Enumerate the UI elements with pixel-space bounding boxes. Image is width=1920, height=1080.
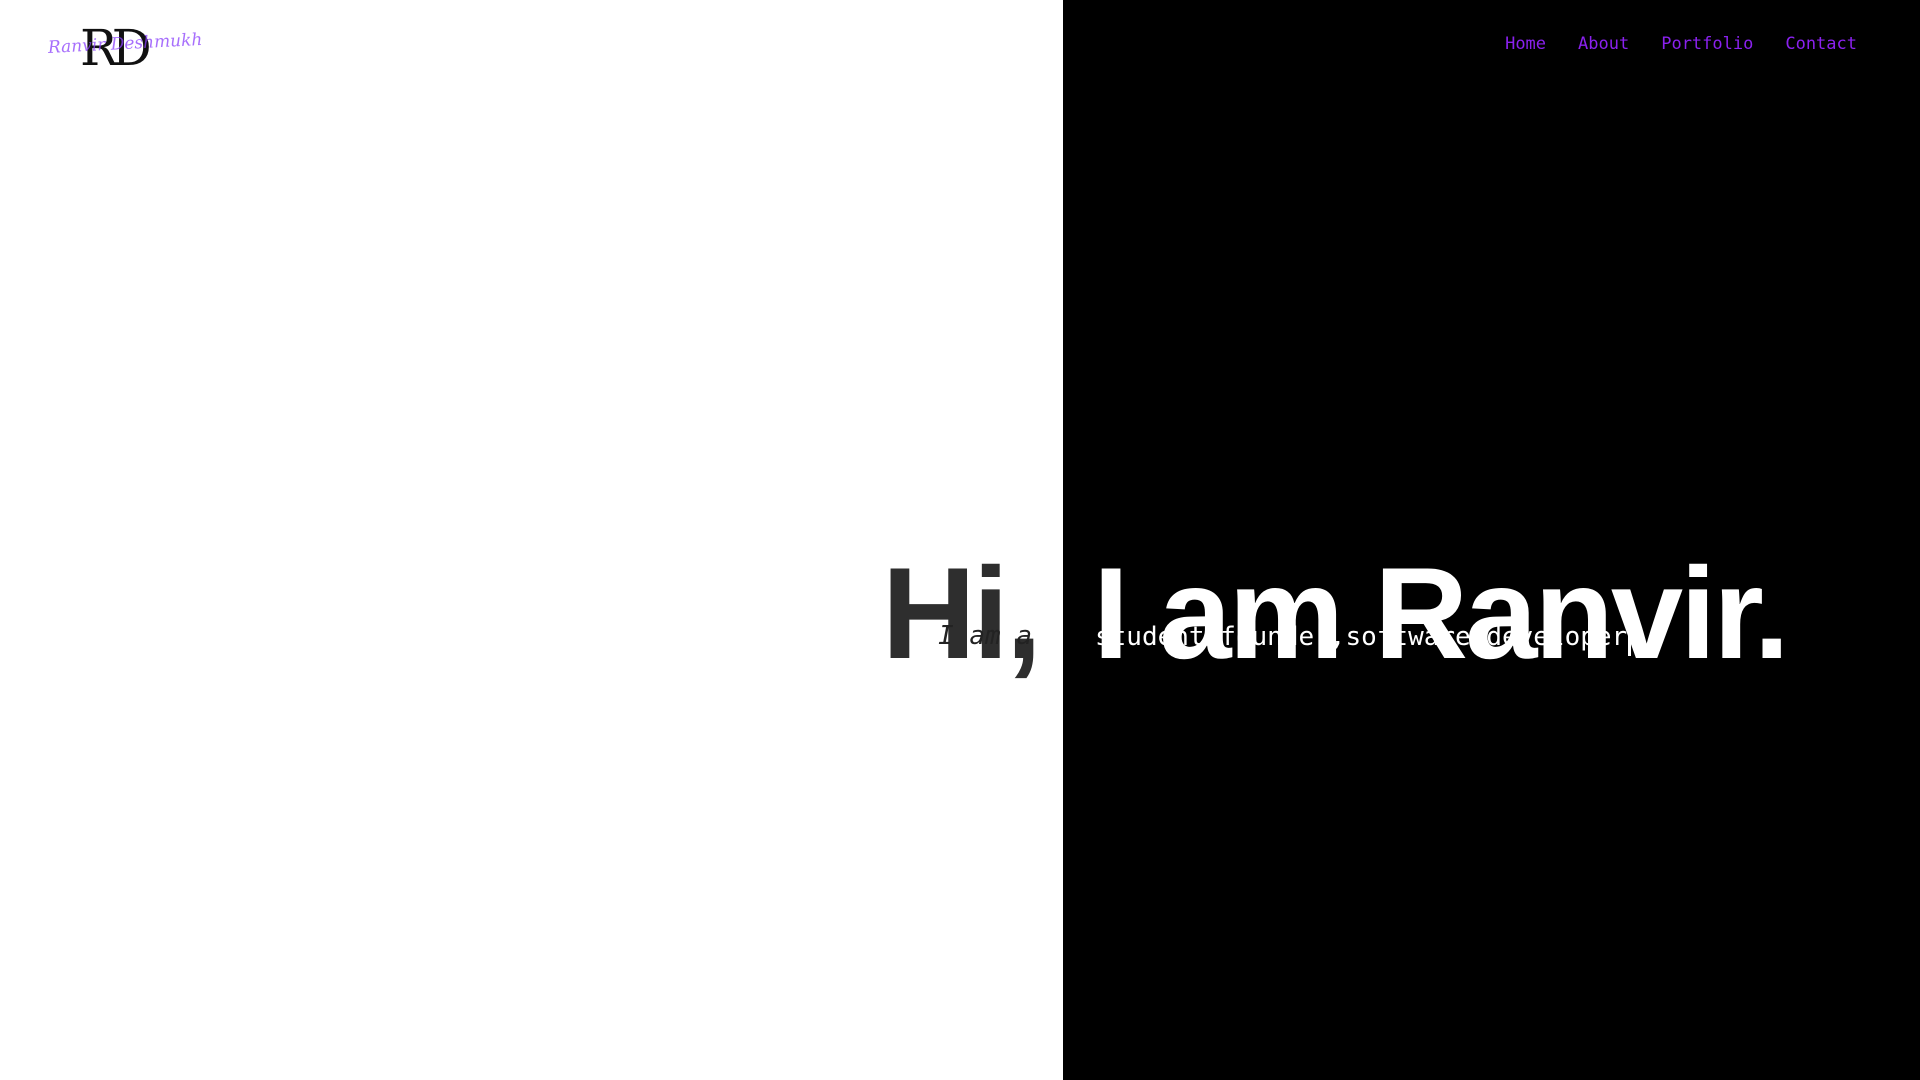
typed-roles-text: student,founder,software developer (1095, 622, 1628, 652)
nav-contact-link[interactable]: Contact (1785, 30, 1857, 58)
logo-signature: Ranvir Deshmukh (47, 29, 203, 58)
typing-caret (1628, 618, 1632, 656)
role-prefix: I am a (938, 621, 1032, 651)
nav-home-link[interactable]: Home (1505, 30, 1546, 58)
nav-portfolio-link[interactable]: Portfolio (1661, 30, 1753, 58)
landing-page: RD Ranvir Deshmukh Home About Portfolio … (0, 0, 1920, 1080)
hero-headline: I am Ranvir. (1093, 540, 1790, 687)
site-logo[interactable]: RD Ranvir Deshmukh (46, 16, 203, 77)
typed-roles: student,founder,software developer (1095, 618, 1632, 656)
nav-about-link[interactable]: About (1578, 30, 1629, 58)
hero-greeting: Hi, (881, 540, 1042, 687)
main-nav: Home About Portfolio Contact (1505, 30, 1857, 58)
